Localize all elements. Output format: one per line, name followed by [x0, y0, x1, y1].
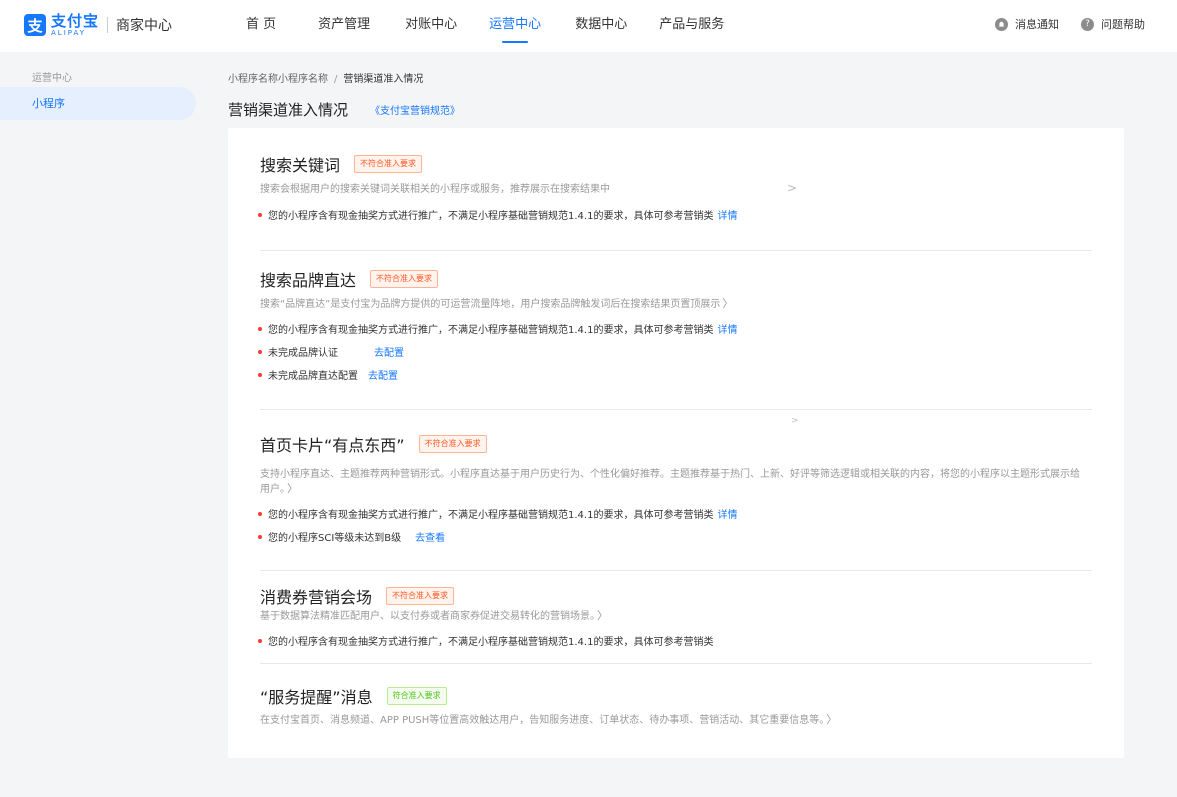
divider — [260, 663, 1092, 664]
section-header: 搜索品牌直达 不符合准入要求 — [260, 267, 439, 291]
section-desc-text: 在支付宝首页、消息频道、APP PUSH等位置高效触达用户，告知服务进度、订单状… — [260, 715, 825, 726]
requirement-item: 未完成品牌认证 去配置 — [258, 344, 404, 359]
header-actions: 消息通知 ? 问题帮助 — [973, 16, 1145, 32]
notifications-label: 消息通知 — [1015, 18, 1059, 31]
section-desc: 基于数据算法精准匹配用户、以支付券或者商家券促进交易转化的营销场景。〉 — [260, 609, 608, 624]
nav-home[interactable]: 首 页 — [246, 0, 276, 52]
section-desc-text: 搜索“品牌直达”是支付宝为品牌方提供的可运营流量阵地，用户搜索品牌触发词后在搜索… — [260, 299, 721, 310]
status-badge: 不符合准入要求 — [386, 587, 455, 605]
requirement-item: 您的小程序含有现金抽奖方式进行推广，不满足小程序基础营销规范1.4.1的要求，具… — [258, 207, 737, 222]
section-desc: 搜索会根据用户的搜索关键词关联相关的小程序或服务，推荐展示在搜索结果中 — [260, 183, 610, 197]
bell-icon — [995, 17, 1008, 31]
details-link[interactable]: 详情 — [717, 506, 737, 521]
requirement-text: 您的小程序含有现金抽奖方式进行推广，不满足小程序基础营销规范1.4.1的要求，具… — [268, 510, 714, 521]
section-desc: 支持小程序直达、主题推荐两种营销形式。小程序直达基于用户历史行为、个性化偏好推荐… — [260, 468, 1080, 497]
requirement-text: 您的小程序含有现金抽奖方式进行推广，不满足小程序基础营销规范1.4.1的要求，具… — [268, 637, 714, 648]
sidebar-item-miniprogram[interactable]: 小程序 — [0, 87, 196, 120]
logo-text: 支付宝 ALIPAY — [51, 11, 100, 37]
requirement-text: 未完成品牌直达配置 — [268, 371, 358, 382]
bullet-dot-icon — [258, 372, 262, 377]
chevron-right-icon[interactable]: 〉 — [597, 609, 608, 622]
section-header: 消费券营销会场 不符合准入要求 — [260, 584, 455, 608]
divider — [260, 409, 1092, 410]
question-icon: ? — [1081, 17, 1094, 31]
requirement-text: 您的小程序含有现金抽奖方式进行推广，不满足小程序基础营销规范1.4.1的要求，具… — [268, 211, 714, 222]
status-badge: 符合准入要求 — [386, 687, 447, 705]
section-header: 搜索关键词 不符合准入要求 — [260, 152, 423, 176]
divider — [260, 250, 1092, 251]
bullet-dot-icon — [258, 349, 262, 354]
alipay-logo-icon: 支 — [24, 14, 46, 36]
help-label: 问题帮助 — [1101, 18, 1145, 31]
help-button[interactable]: ? 问题帮助 — [1081, 16, 1145, 32]
requirement-item: 您的小程序含有现金抽奖方式进行推广，不满足小程序基础营销规范1.4.1的要求，具… — [258, 633, 713, 648]
sidebar: 运营中心 小程序 — [0, 52, 210, 797]
product-name: 商家中心 — [116, 18, 173, 34]
chevron-right-icon[interactable]: 〉 — [826, 713, 837, 726]
breadcrumb-parent[interactable]: 小程序名称小程序名称 — [228, 74, 328, 85]
breadcrumb-separator: / — [334, 74, 338, 85]
main-nav: 首 页 资产管理 对账中心 运营中心 数据中心 产品与服务 — [230, 0, 724, 52]
logo-cn: 支付宝 — [51, 11, 100, 30]
chevron-right-icon[interactable]: > — [791, 416, 799, 426]
requirement-text: 未完成品牌认证 — [268, 348, 338, 359]
nav-assets[interactable]: 资产管理 — [318, 0, 370, 52]
section-desc: 搜索“品牌直达”是支付宝为品牌方提供的可运营流量阵地，用户搜索品牌触发词后在搜索… — [260, 297, 733, 312]
bullet-dot-icon — [258, 511, 262, 516]
breadcrumb-current: 营销渠道准入情况 — [343, 74, 424, 85]
view-link[interactable]: 去查看 — [415, 529, 445, 544]
sidebar-heading: 运营中心 — [32, 73, 72, 84]
section-title: 搜索品牌直达 — [260, 271, 357, 290]
spec-link[interactable]: 《支付宝营销规范》 — [370, 102, 460, 117]
section-desc: 在支付宝首页、消息频道、APP PUSH等位置高效触达用户，告知服务进度、订单状… — [260, 713, 837, 728]
alipay-logo[interactable]: 支 支付宝 ALIPAY 商家中心 — [24, 12, 172, 38]
status-badge: 不符合准入要求 — [418, 435, 487, 453]
details-link[interactable]: 详情 — [717, 321, 737, 336]
notifications-button[interactable]: 消息通知 — [995, 16, 1059, 32]
chevron-right-icon[interactable]: > — [787, 181, 797, 195]
section-title: 首页卡片“有点东西” — [260, 436, 405, 455]
breadcrumb: 小程序名称小程序名称 / 营销渠道准入情况 — [228, 70, 423, 85]
nav-operations[interactable]: 运营中心 — [489, 0, 541, 52]
divider — [260, 570, 1092, 571]
status-badge: 不符合准入要求 — [354, 155, 423, 173]
section-desc-text: 支持小程序直达、主题推荐两种营销形式。小程序直达基于用户历史行为、个性化偏好推荐… — [260, 469, 1080, 495]
page-title: 营销渠道准入情况 — [228, 101, 349, 119]
channels-card: 搜索关键词 不符合准入要求 搜索会根据用户的搜索关键词关联相关的小程序或服务，推… — [228, 128, 1124, 758]
requirement-item: 您的小程序SCI等级未达到B级 去查看 — [258, 529, 445, 544]
requirement-item: 您的小程序含有现金抽奖方式进行推广，不满足小程序基础营销规范1.4.1的要求，具… — [258, 321, 737, 336]
details-link[interactable]: 详情 — [717, 207, 737, 222]
nav-data[interactable]: 数据中心 — [575, 0, 627, 52]
section-title: “服务提醒”消息 — [260, 688, 373, 707]
section-header: 首页卡片“有点东西” 不符合准入要求 — [260, 432, 487, 456]
top-bar: 支 支付宝 ALIPAY 商家中心 首 页 资产管理 对账中心 运营中心 数据中… — [0, 0, 1177, 52]
requirement-text: 您的小程序含有现金抽奖方式进行推广，不满足小程序基础营销规范1.4.1的要求，具… — [268, 325, 714, 336]
configure-link[interactable]: 去配置 — [374, 344, 404, 359]
bullet-dot-icon — [258, 534, 262, 539]
configure-link[interactable]: 去配置 — [368, 367, 398, 382]
logo-en: ALIPAY — [51, 28, 87, 37]
requirement-item: 未完成品牌直达配置 去配置 — [258, 367, 398, 382]
bullet-dot-icon — [258, 638, 262, 643]
nav-products[interactable]: 产品与服务 — [659, 0, 724, 52]
status-badge: 不符合准入要求 — [370, 270, 439, 288]
logo-divider — [107, 17, 109, 33]
section-title: 搜索关键词 — [260, 156, 341, 175]
bullet-dot-icon — [258, 212, 262, 217]
requirement-text: 您的小程序SCI等级未达到B级 — [268, 533, 402, 544]
bullet-dot-icon — [258, 326, 262, 331]
section-desc-text: 搜索会根据用户的搜索关键词关联相关的小程序或服务，推荐展示在搜索结果中 — [260, 184, 610, 195]
requirement-item: 您的小程序含有现金抽奖方式进行推广，不满足小程序基础营销规范1.4.1的要求，具… — [258, 506, 737, 521]
nav-reconciliation[interactable]: 对账中心 — [405, 0, 457, 52]
section-header: “服务提醒”消息 符合准入要求 — [260, 684, 447, 708]
chevron-right-icon[interactable]: 〉 — [722, 297, 733, 310]
section-desc-text: 基于数据算法精准匹配用户、以支付券或者商家券促进交易转化的营销场景。 — [260, 611, 595, 622]
chevron-right-icon[interactable]: 〉 — [287, 482, 298, 495]
section-title: 消费券营销会场 — [260, 588, 373, 607]
